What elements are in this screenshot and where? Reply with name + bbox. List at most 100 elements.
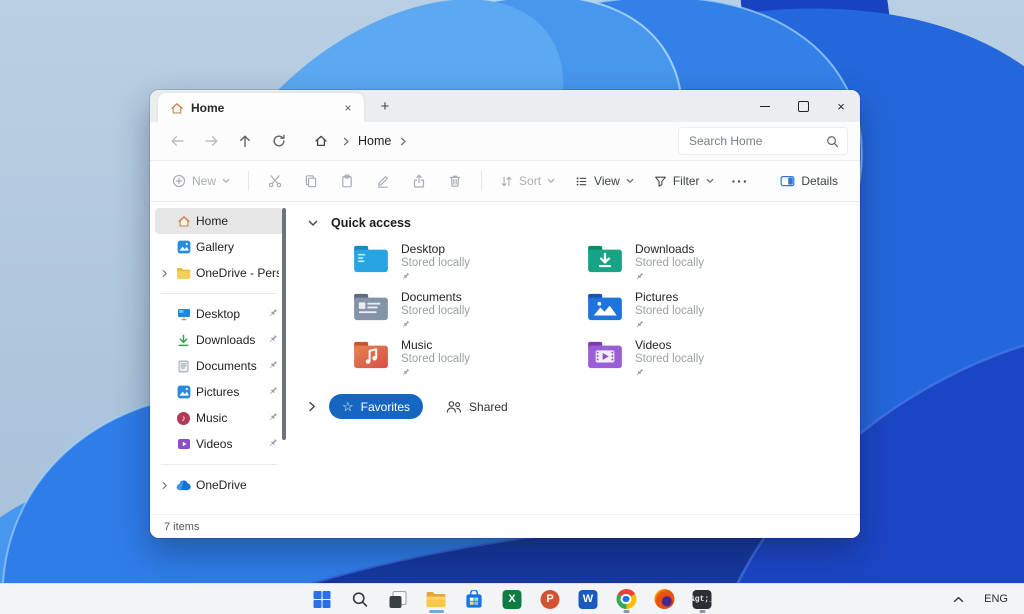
desktop-screen: Home × + × [0, 0, 1024, 614]
paste-button[interactable] [331, 166, 363, 196]
search-box[interactable] [678, 127, 848, 155]
item-name: Videos [635, 338, 704, 352]
desktop-icon [176, 307, 191, 321]
sidebar-item-desktop[interactable]: Desktop [155, 301, 283, 327]
pin-icon [401, 272, 470, 281]
refresh-button[interactable] [264, 127, 294, 155]
details-button[interactable]: Details [772, 166, 846, 196]
back-button[interactable] [162, 127, 192, 155]
collapse-chevron-icon[interactable] [308, 220, 318, 227]
window-controls: × [746, 90, 860, 122]
rename-button[interactable] [367, 166, 399, 196]
quick-access-item-pictures[interactable]: Pictures Stored locally [586, 290, 820, 333]
favorites-tab[interactable]: ☆ Favorites [329, 394, 423, 419]
window-close-button[interactable]: × [822, 91, 860, 121]
quick-access-item-music[interactable]: Music Stored locally [352, 338, 586, 381]
minimize-button[interactable] [746, 91, 784, 121]
see-more-button[interactable]: ··· [726, 173, 755, 189]
taskbar-apps: X P W &gt;_ [310, 584, 715, 614]
sidebar-item-onedrive[interactable]: OneDrive [155, 472, 283, 498]
delete-button[interactable] [439, 166, 471, 196]
terminal-icon: &gt;_ [693, 590, 712, 609]
taskbar-file-explorer[interactable] [424, 587, 449, 612]
language-indicator[interactable]: ENG [984, 593, 1008, 605]
quick-access-item-downloads[interactable]: Downloads Stored locally [586, 242, 820, 285]
expand-chevron-icon[interactable] [157, 481, 171, 490]
shared-tab[interactable]: Shared [436, 394, 518, 419]
breadcrumb-root[interactable]: Home [356, 134, 393, 148]
new-tab-button[interactable]: + [372, 94, 398, 120]
up-button[interactable] [230, 127, 260, 155]
sidebar-scrollbar[interactable] [282, 208, 286, 440]
sidebar-item-documents[interactable]: Documents [155, 353, 283, 379]
sort-label: Sort [519, 174, 541, 188]
view-button[interactable]: View [567, 166, 642, 196]
pin-icon [635, 272, 704, 281]
sidebar-item-onedrive-personal[interactable]: OneDrive - Perso [155, 260, 283, 286]
pin-icon [268, 359, 278, 373]
downloads-folder-icon [586, 244, 624, 274]
item-detail: Stored locally [635, 352, 704, 366]
expand-chevron-icon[interactable] [157, 269, 171, 278]
pin-icon [268, 385, 278, 399]
taskbar-excel[interactable]: X [500, 587, 525, 612]
sidebar-item-label: Videos [196, 437, 263, 451]
pin-icon [401, 320, 470, 329]
forward-button[interactable] [196, 127, 226, 155]
sidebar-item-downloads[interactable]: Downloads [155, 327, 283, 353]
taskbar-chrome[interactable] [614, 587, 639, 612]
sidebar-divider [161, 293, 277, 294]
chevron-down-icon [706, 178, 714, 184]
item-name: Pictures [635, 290, 704, 304]
navigation-bar: Home [150, 122, 860, 161]
copy-button[interactable] [295, 166, 327, 196]
tab-strip: Home × + × [150, 90, 860, 122]
share-button[interactable] [403, 166, 435, 196]
onedrive-cloud-icon [176, 480, 191, 491]
pin-icon [268, 333, 278, 347]
sort-button[interactable]: Sort [492, 166, 563, 196]
status-bar: 7 items [150, 514, 860, 538]
taskbar-firefox[interactable] [652, 587, 677, 612]
cut-button[interactable] [259, 166, 291, 196]
sidebar-item-music[interactable]: ♪ Music [155, 405, 283, 431]
sidebar-item-videos[interactable]: Videos [155, 431, 283, 457]
taskbar-microsoft-store[interactable] [462, 587, 487, 612]
sidebar-item-pictures[interactable]: Pictures [155, 379, 283, 405]
filter-button[interactable]: Filter [646, 166, 722, 196]
word-icon: W [579, 590, 598, 609]
tab-close-icon[interactable]: × [340, 100, 356, 116]
search-input[interactable] [687, 133, 820, 149]
new-button[interactable]: New [164, 166, 238, 196]
sidebar-item-gallery[interactable]: Gallery [155, 234, 283, 260]
quick-access-item-documents[interactable]: Documents Stored locally [352, 290, 586, 333]
taskbar-word[interactable]: W [576, 587, 601, 612]
videos-folder-icon [586, 340, 624, 370]
toolbar-separator [248, 171, 249, 191]
powerpoint-icon: P [541, 590, 560, 609]
taskbar-search-button[interactable] [348, 587, 373, 612]
star-icon: ☆ [342, 400, 354, 413]
start-button[interactable] [310, 587, 335, 612]
new-plus-icon [172, 174, 186, 188]
maximize-button[interactable] [784, 91, 822, 121]
tab-home[interactable]: Home × [158, 93, 364, 122]
quick-access-item-desktop[interactable]: Desktop Stored locally [352, 242, 586, 285]
taskbar-terminal[interactable]: &gt;_ [690, 587, 715, 612]
hidden-icons-chevron[interactable] [953, 596, 964, 603]
system-tray: ENG [937, 584, 1024, 614]
task-view-button[interactable] [386, 587, 411, 612]
taskbar-powerpoint[interactable]: P [538, 587, 563, 612]
sidebar-item-label: Music [196, 411, 263, 425]
breadcrumb-home-icon[interactable] [306, 127, 336, 155]
chevron-down-icon [547, 178, 555, 184]
item-detail: Stored locally [401, 256, 470, 270]
quick-access-item-videos[interactable]: Videos Stored locally [586, 338, 820, 381]
quick-access-header[interactable]: Quick access [304, 212, 850, 234]
pictures-icon [176, 385, 191, 399]
music-note-glyph: ♪ [181, 413, 186, 423]
active-app-indicator [429, 610, 444, 613]
yellow-folder-icon [176, 267, 191, 280]
sidebar-item-home[interactable]: Home [155, 208, 283, 234]
expand-chevron-icon[interactable] [308, 401, 316, 412]
